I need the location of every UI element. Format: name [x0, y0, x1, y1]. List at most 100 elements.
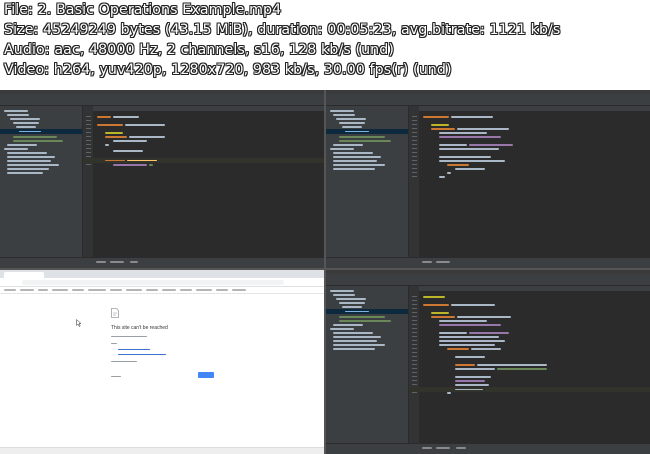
editor-tabs[interactable] [409, 286, 650, 291]
code-line [455, 168, 485, 170]
tree-item[interactable] [333, 164, 385, 166]
tree-item[interactable] [330, 110, 354, 112]
tree-item[interactable] [333, 324, 363, 326]
tree-item[interactable] [339, 122, 365, 124]
tree-item[interactable] [330, 290, 354, 292]
tree-item[interactable] [333, 168, 375, 170]
toolbar[interactable] [0, 99, 324, 106]
code-line [105, 136, 127, 138]
line-number-gutter [409, 286, 419, 444]
tree-item[interactable] [336, 298, 366, 300]
code-line [447, 172, 451, 174]
code-line [455, 380, 485, 382]
bookmark-item[interactable] [52, 289, 68, 291]
code-line [423, 304, 449, 306]
tree-item[interactable] [7, 172, 43, 174]
thumbnail-ide-1 [0, 90, 324, 268]
tree-selected-row[interactable] [0, 129, 82, 134]
tree-item[interactable] [330, 148, 354, 150]
tree-item[interactable] [333, 340, 377, 342]
browser-toolbar[interactable] [0, 278, 324, 287]
address-bar[interactable] [22, 279, 284, 285]
tree-item[interactable] [7, 168, 49, 170]
editor-tabs[interactable] [409, 106, 650, 111]
code-line [431, 128, 455, 130]
tree-item[interactable] [333, 294, 355, 296]
code-line [113, 140, 147, 142]
project-tree-panel[interactable] [0, 106, 83, 258]
tree-item[interactable] [342, 306, 362, 308]
code-line [149, 164, 153, 166]
code-line [431, 316, 455, 318]
tree-item[interactable] [345, 130, 369, 132]
tree-item[interactable] [333, 152, 373, 154]
bookmark-item[interactable] [146, 289, 158, 291]
tree-item[interactable] [339, 320, 391, 322]
tree-item[interactable] [345, 310, 369, 312]
bookmark-item[interactable] [216, 289, 228, 291]
bookmark-item[interactable] [180, 289, 192, 291]
tree-item[interactable] [4, 110, 28, 112]
tree-item[interactable] [7, 114, 29, 116]
browser-tab-strip[interactable] [0, 270, 324, 278]
tree-item[interactable] [342, 126, 362, 128]
code-line [457, 128, 509, 130]
tree-item[interactable] [13, 122, 39, 124]
video-info-line: Video: h264, yuv420p, 1280x720, 983 kb/s… [4, 62, 452, 78]
tree-item[interactable] [330, 328, 354, 330]
tree-item[interactable] [333, 332, 373, 334]
code-editor[interactable] [409, 106, 650, 258]
tree-item[interactable] [7, 156, 55, 158]
bookmark-item[interactable] [38, 289, 48, 291]
bookmark-item[interactable] [88, 289, 106, 291]
tree-item[interactable] [339, 136, 385, 138]
bookmark-item[interactable] [232, 289, 246, 291]
file-name-line: File: 2. Basic Operations Example.mp4 [4, 2, 282, 18]
tree-item[interactable] [339, 302, 365, 304]
thumbnail-grid [0, 90, 650, 454]
tree-item[interactable] [7, 152, 47, 154]
tree-item[interactable] [4, 148, 28, 150]
tree-item[interactable] [7, 144, 37, 146]
toolbar[interactable] [326, 279, 650, 286]
tree-item[interactable] [13, 140, 63, 142]
tree-item[interactable] [333, 344, 385, 346]
tree-item[interactable] [339, 140, 391, 142]
tree-item[interactable] [336, 118, 366, 120]
code-line [113, 164, 147, 166]
tree-item[interactable] [333, 114, 355, 116]
code-line [129, 136, 165, 138]
tree-item[interactable] [333, 348, 375, 350]
code-line [451, 116, 493, 118]
tree-item[interactable] [7, 160, 51, 162]
tree-item[interactable] [10, 118, 40, 120]
tree-item[interactable] [333, 144, 363, 146]
tree-item[interactable] [16, 126, 36, 128]
tree-item[interactable] [333, 160, 377, 162]
tree-item[interactable] [19, 130, 41, 132]
broken-page-icon [111, 308, 119, 318]
bookmark-item[interactable] [196, 289, 212, 291]
bookmarks-bar[interactable] [0, 287, 324, 294]
code-line [477, 364, 547, 366]
tree-item[interactable] [333, 156, 381, 158]
bookmark-item[interactable] [110, 289, 122, 291]
toolbar[interactable] [326, 99, 650, 106]
code-editor[interactable] [409, 286, 650, 444]
error-title: This site can't be reached [111, 325, 168, 331]
bookmark-item[interactable] [20, 289, 34, 291]
bookmark-item[interactable] [126, 289, 142, 291]
editor-tabs[interactable] [83, 106, 324, 111]
tree-item[interactable] [333, 336, 381, 338]
reload-button[interactable] [198, 372, 214, 378]
code-editor[interactable] [83, 106, 324, 258]
project-tree-panel[interactable] [326, 106, 409, 258]
tree-item[interactable] [7, 164, 59, 166]
bookmark-item[interactable] [72, 289, 84, 291]
project-tree-panel[interactable] [326, 286, 409, 444]
bookmark-item[interactable] [162, 289, 176, 291]
code-line [455, 356, 485, 358]
tree-item[interactable] [339, 316, 385, 318]
tree-item[interactable] [13, 136, 57, 138]
bookmark-item[interactable] [4, 289, 16, 291]
